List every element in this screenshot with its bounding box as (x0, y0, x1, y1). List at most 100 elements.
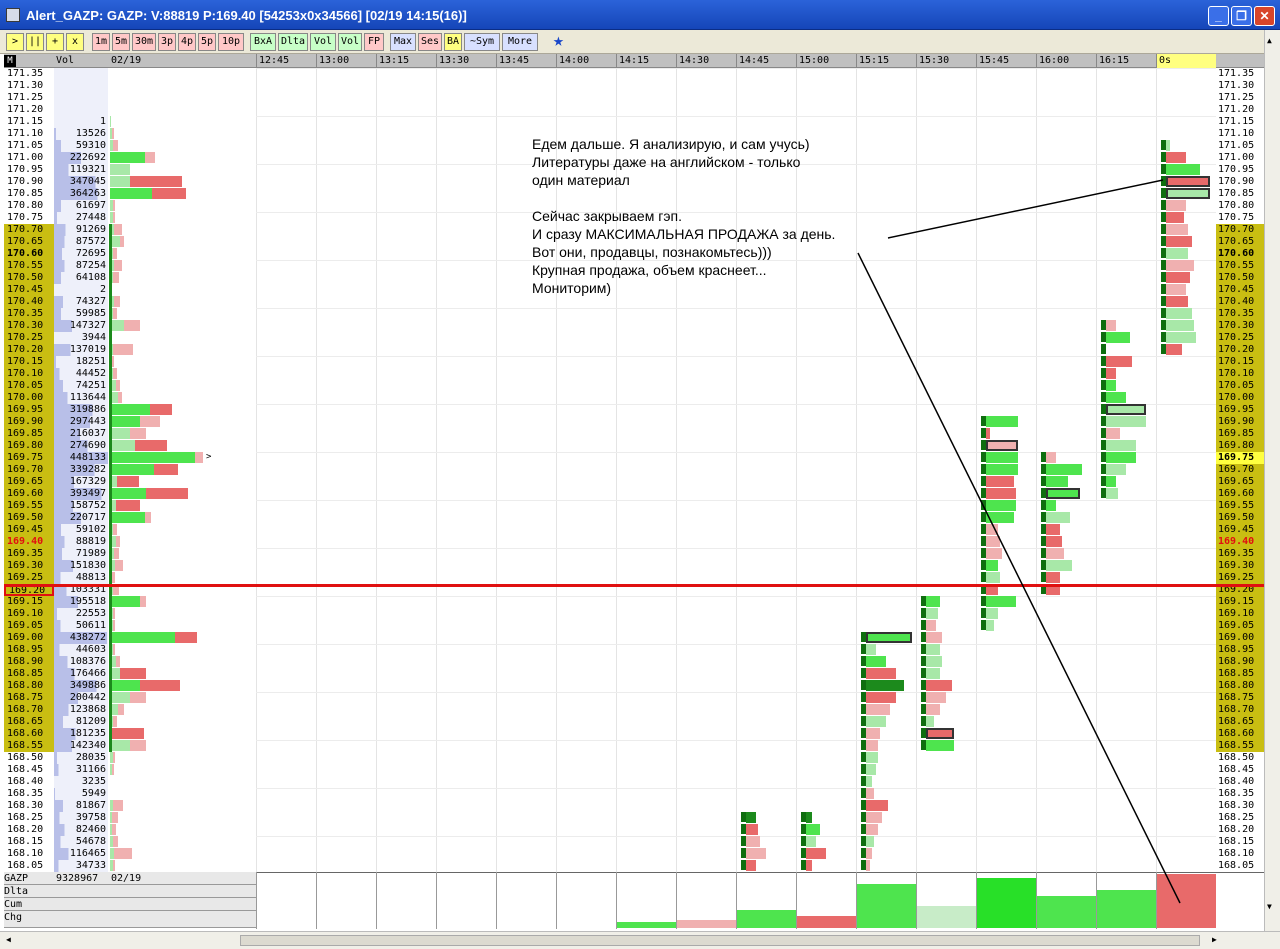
right-price-label: 168.25 (1218, 812, 1255, 823)
profile-sell-bar (112, 356, 114, 367)
toolbar-button-7[interactable]: 3p (158, 33, 176, 51)
maximize-button[interactable]: ❐ (1231, 6, 1252, 26)
profile-sell-bar (112, 824, 116, 835)
vertical-scrollbar[interactable]: ▲ ▼ (1264, 30, 1280, 931)
footprint-cell (926, 716, 934, 727)
price-label: 170.50 (4, 272, 54, 284)
volume-cell: 71989 (54, 548, 108, 560)
right-price-label: 168.55 (1216, 740, 1264, 752)
scroll-up-icon[interactable]: ▲ (1267, 36, 1272, 45)
profile-value-area-line (109, 224, 112, 752)
toolbar-button-19[interactable]: ~Sym (464, 33, 500, 51)
right-price-label: 168.30 (1218, 800, 1255, 811)
right-price-label: 170.90 (1218, 176, 1255, 187)
grid-hline (256, 308, 1216, 309)
price-label: 170.80 (7, 200, 44, 211)
profile-buy-bar (110, 320, 124, 331)
footprint-cell (926, 632, 942, 643)
price-label: 170.10 (4, 368, 54, 380)
profile-sell-bar (113, 524, 117, 535)
profile-buy-bar (110, 440, 135, 451)
toolbar-button-1[interactable]: || (26, 33, 44, 51)
footprint-cell (746, 860, 756, 871)
mode-indicator[interactable]: M (4, 55, 16, 67)
profile-sell-bar (116, 656, 120, 667)
grid-hline (256, 740, 1216, 741)
time-label: 12:45 (256, 54, 316, 68)
time-label: 15:30 (916, 54, 976, 68)
right-price-label: 168.75 (1216, 692, 1264, 704)
volume-cell: 3235 (54, 776, 108, 788)
scroll-left-icon[interactable]: ◀ (6, 935, 11, 944)
star-icon[interactable]: ★ (553, 32, 571, 50)
profile-sell-bar (112, 728, 144, 739)
bottom-volume-bar (1157, 874, 1216, 928)
footprint-cell (926, 680, 952, 691)
toolbar-button-0[interactable]: > (6, 33, 24, 51)
toolbar-button-12[interactable]: Dlta (278, 33, 308, 51)
close-button[interactable]: ✕ (1254, 6, 1275, 26)
profile-buy-bar (110, 164, 130, 175)
footprint-cell (1166, 272, 1190, 283)
profile-buy-bar (110, 596, 140, 607)
volume-cell: 44603 (54, 644, 108, 656)
volume-cell: 220717 (54, 512, 108, 524)
toolbar-button-9[interactable]: 5p (198, 33, 216, 51)
price-label: 168.55 (4, 740, 54, 752)
volume-cell: 349886 (54, 680, 108, 692)
price-label: 170.25 (4, 332, 54, 344)
price-level-line[interactable] (4, 584, 1264, 587)
footprint-cell (986, 524, 998, 535)
profile-sell-bar (113, 800, 123, 811)
footprint-cell (866, 800, 888, 811)
right-price-label: 168.90 (1216, 656, 1264, 668)
volume-cell: 50611 (54, 620, 108, 632)
highlighted-cell (1166, 188, 1210, 199)
toolbar-button-20[interactable]: More (502, 33, 538, 51)
toolbar-button-4[interactable]: 1m (92, 33, 110, 51)
right-axis-header (1216, 54, 1264, 68)
volume-cell: 39758 (54, 812, 108, 824)
footprint-cell (1106, 368, 1116, 379)
arrow-line-1 (887, 179, 1164, 239)
toolbar-button-13[interactable]: Vol (310, 33, 336, 51)
highlighted-cell (926, 728, 954, 739)
footprint-cell (1106, 464, 1126, 475)
price-label: 169.75 (4, 452, 54, 464)
footprint-cell (986, 416, 1018, 427)
scroll-thumb[interactable] (240, 935, 1200, 946)
toolbar-button-6[interactable]: 30m (132, 33, 156, 51)
profile-sell-bar (113, 344, 133, 355)
footprint-cell (1166, 332, 1196, 343)
volume-cell: 13526 (54, 128, 108, 140)
toolbar-button-15[interactable]: FP (364, 33, 384, 51)
toolbar-button-17[interactable]: Ses (418, 33, 442, 51)
toolbar-button-14[interactable]: Vol (338, 33, 362, 51)
scroll-right-icon[interactable]: ▶ (1212, 935, 1217, 944)
toolbar-button-8[interactable]: 4p (178, 33, 196, 51)
profile-sell-bar (113, 608, 115, 619)
horizontal-scrollbar[interactable]: ◀ ▶ (0, 931, 1280, 949)
footprint-cell (926, 668, 940, 679)
toolbar-button-11[interactable]: BxA (250, 33, 276, 51)
toolbar-button-18[interactable]: BA (444, 33, 462, 51)
volume-cell: 167329 (54, 476, 108, 488)
footprint-cell (1046, 572, 1060, 583)
profile-sell-bar (112, 572, 115, 583)
volume-cell: 31166 (54, 764, 108, 776)
toolbar-button-10[interactable]: 10p (218, 33, 244, 51)
scroll-down-icon[interactable]: ▼ (1267, 902, 1272, 911)
footprint-cell (746, 848, 766, 859)
toolbar-button-16[interactable]: Max (390, 33, 416, 51)
footprint-cell (1106, 416, 1146, 427)
minimize-button[interactable]: _ (1208, 6, 1229, 26)
toolbar-button-3[interactable]: x (66, 33, 84, 51)
volume-cell: 181235 (54, 728, 108, 740)
toolbar-button-2[interactable]: + (46, 33, 64, 51)
profile-marker: > (206, 452, 212, 462)
price-label: 168.95 (4, 644, 54, 656)
footprint-cell (1106, 488, 1118, 499)
right-price-label: 168.60 (1216, 728, 1264, 740)
toolbar-button-5[interactable]: 5m (112, 33, 130, 51)
footprint-cell (866, 752, 878, 763)
